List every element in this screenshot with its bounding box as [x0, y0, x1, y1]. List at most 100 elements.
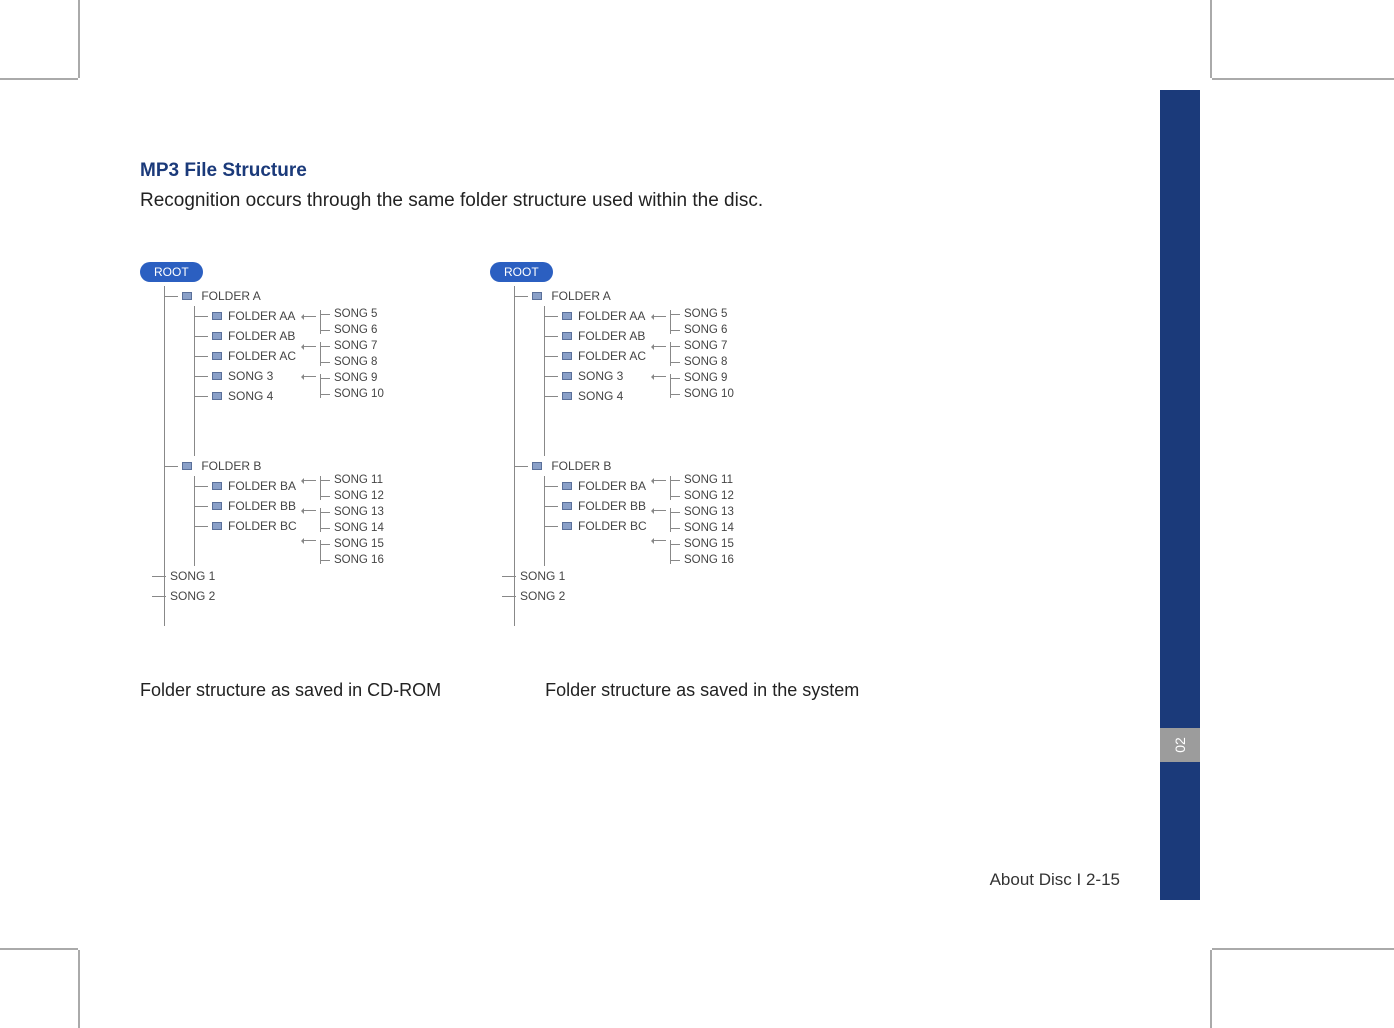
songs-ba: SONG 11 SONG 12 — [320, 472, 384, 504]
songs-ac: SONG 9 SONG 10 — [320, 370, 384, 402]
arrow-icon — [652, 510, 666, 511]
folder-icon — [562, 312, 572, 320]
songs-aa: SONG 5 SONG 6 — [670, 306, 727, 338]
folder-label: FOLDER AC — [228, 349, 296, 363]
file-label: SONG 1 — [170, 569, 215, 583]
crop-mark — [1210, 0, 1212, 78]
songs-bb: SONG 13 SONG 14 — [320, 504, 384, 536]
folder-icon — [212, 352, 222, 360]
section-number: 02 — [1172, 737, 1188, 753]
crop-mark — [0, 948, 78, 950]
footer-text: About Disc I 2-15 — [990, 870, 1120, 889]
song-label: SONG 9 — [670, 370, 734, 386]
folder-icon — [562, 482, 572, 490]
song-label: SONG 14 — [670, 520, 734, 536]
song-label: SONG 11 — [320, 472, 384, 488]
folder-icon — [562, 352, 572, 360]
folder-label: FOLDER BB — [578, 499, 646, 513]
song-label: SONG 7 — [320, 338, 377, 354]
folder-icon — [212, 332, 222, 340]
arrow-icon — [652, 480, 666, 481]
folder-label: FOLDER AB — [578, 329, 645, 343]
file-icon — [562, 392, 572, 400]
section-tab: 02 — [1160, 728, 1200, 762]
song-label: SONG 5 — [670, 306, 727, 322]
folder-b: FOLDER B — [514, 456, 810, 476]
song-label: SONG 16 — [320, 552, 384, 568]
folder-label: FOLDER BB — [228, 499, 296, 513]
section-title: MP3 File Structure — [140, 160, 1140, 182]
arrow-icon — [302, 316, 316, 317]
folder-icon — [532, 462, 542, 470]
root-label: ROOT — [140, 262, 203, 282]
arrow-icon — [302, 346, 316, 347]
file-icon — [212, 392, 222, 400]
folder-label: FOLDER BA — [578, 479, 646, 493]
crop-mark — [1210, 950, 1212, 1028]
side-color-bar — [1160, 90, 1200, 900]
song-label: SONG 8 — [670, 354, 727, 370]
folder-label: FOLDER B — [551, 459, 611, 473]
song-label: SONG 15 — [320, 536, 384, 552]
song-label: SONG 7 — [670, 338, 727, 354]
arrow-icon — [652, 316, 666, 317]
folder-label: FOLDER AA — [228, 309, 295, 323]
diagram-cdrom: ROOT FOLDER A FOLDER AA FOLDER AB FOLDER… — [140, 262, 460, 626]
songs-ab: SONG 7 SONG 8 — [320, 338, 377, 370]
tree-root: FOLDER A FOLDER AA FOLDER AB FOLDER AC S… — [514, 286, 810, 626]
song-2: SONG 2 — [502, 586, 810, 606]
song-label: SONG 14 — [320, 520, 384, 536]
folder-label: FOLDER AA — [578, 309, 645, 323]
crop-mark — [78, 950, 80, 1028]
diagrams-row: ROOT FOLDER A FOLDER AA FOLDER AB FOLDER… — [140, 262, 1140, 626]
folder-icon — [182, 292, 192, 300]
file-label: SONG 2 — [170, 589, 215, 603]
file-icon — [562, 372, 572, 380]
song-label: SONG 6 — [670, 322, 727, 338]
folder-label: FOLDER BA — [228, 479, 296, 493]
folder-icon — [562, 502, 572, 510]
folder-icon — [562, 332, 572, 340]
file-label: SONG 1 — [520, 569, 565, 583]
section-description: Recognition occurs through the same fold… — [140, 190, 1140, 212]
folder-icon — [212, 312, 222, 320]
folder-a: FOLDER A — [514, 286, 810, 306]
song-label: SONG 16 — [670, 552, 734, 568]
songs-bc: SONG 15 SONG 16 — [320, 536, 384, 568]
page-footer: About Disc I 2-15 — [0, 870, 1150, 890]
folder-label: FOLDER BC — [228, 519, 297, 533]
folder-label: FOLDER BC — [578, 519, 647, 533]
folder-label: FOLDER AC — [578, 349, 646, 363]
song-label: SONG 10 — [320, 386, 384, 402]
crop-mark — [1212, 78, 1394, 80]
file-label: SONG 4 — [228, 389, 273, 403]
arrow-icon — [652, 376, 666, 377]
folder-b: FOLDER B — [164, 456, 460, 476]
diagram-system: ROOT FOLDER A FOLDER AA FOLDER AB FOLDER… — [490, 262, 810, 626]
folder-icon — [182, 462, 192, 470]
song-label: SONG 9 — [320, 370, 384, 386]
arrow-icon — [302, 376, 316, 377]
caption-system: Folder structure as saved in the system — [545, 680, 859, 701]
songs-ab: SONG 7 SONG 8 — [670, 338, 727, 370]
page-content: MP3 File Structure Recognition occurs th… — [140, 160, 1140, 701]
caption-cdrom: Folder structure as saved in CD-ROM — [140, 680, 441, 701]
folder-label: FOLDER A — [551, 289, 610, 303]
song-label: SONG 13 — [670, 504, 734, 520]
song-label: SONG 15 — [670, 536, 734, 552]
file-label: SONG 2 — [520, 589, 565, 603]
song-label: SONG 6 — [320, 322, 377, 338]
file-icon — [212, 372, 222, 380]
captions-row: Folder structure as saved in CD-ROM Fold… — [140, 654, 1140, 701]
songs-ac: SONG 9 SONG 10 — [670, 370, 734, 402]
song-1: SONG 1 — [502, 566, 810, 586]
arrow-icon — [652, 346, 666, 347]
song-label: SONG 8 — [320, 354, 377, 370]
song-label: SONG 10 — [670, 386, 734, 402]
folder-label: FOLDER AB — [228, 329, 295, 343]
songs-aa: SONG 5 SONG 6 — [320, 306, 377, 338]
file-label: SONG 3 — [578, 369, 623, 383]
song-2: SONG 2 — [152, 586, 460, 606]
file-label: SONG 3 — [228, 369, 273, 383]
song-label: SONG 5 — [320, 306, 377, 322]
